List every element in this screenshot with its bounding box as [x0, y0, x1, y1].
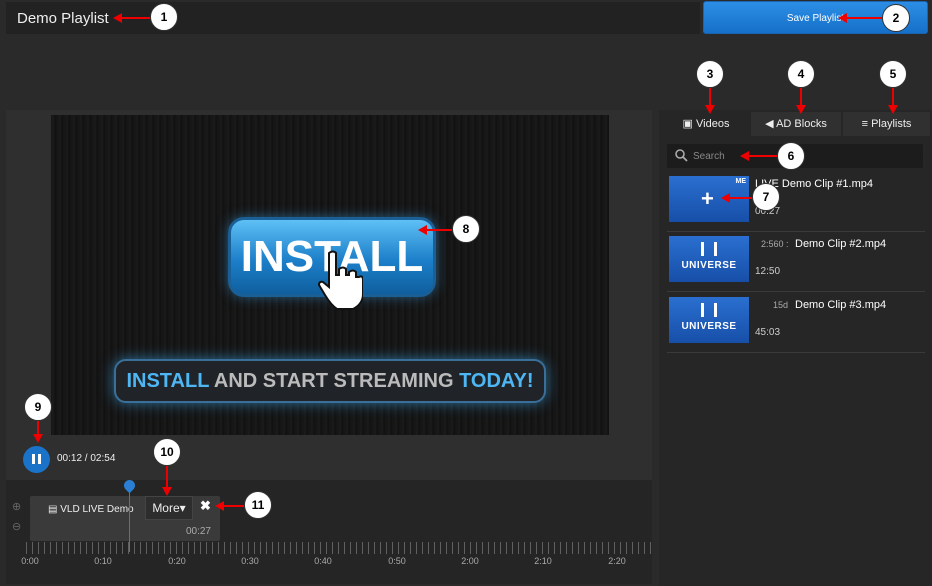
pause-icon-bar-right: [38, 454, 41, 464]
callout-6: 6: [777, 142, 805, 170]
video-resolution: 2:560 :: [761, 239, 789, 249]
thumb-text: UNIVERSE: [681, 260, 737, 271]
film-icon: ▣: [682, 118, 693, 130]
player-controls: 00:12 / 02:54: [6, 440, 652, 480]
callout-arrow: [892, 88, 894, 106]
callout-arrow: [166, 466, 168, 488]
more-label: More: [152, 501, 180, 515]
callout-4: 4: [787, 60, 815, 88]
callout-arrow: [222, 505, 244, 507]
arrowhead: [33, 434, 43, 443]
player-panel: INSTALL INSTALL AND START STREAMING TODA…: [6, 110, 652, 584]
callout-7: 7: [752, 183, 780, 211]
tab-videos[interactable]: ▣ Videos: [663, 112, 749, 136]
caret-down-icon: ▾: [179, 501, 186, 515]
tab-label: Videos: [696, 118, 730, 130]
banner-word-today: TODAY!: [459, 370, 534, 392]
tick-label: 0:40: [314, 556, 332, 566]
banner-middle: AND START STREAMING: [209, 370, 460, 392]
banner-word-install: INSTALL: [126, 370, 210, 392]
tab-playlists[interactable]: ≡ Playlists: [843, 112, 930, 136]
tick-label: 0:20: [168, 556, 186, 566]
callout-9: 9: [24, 393, 52, 421]
arrowhead: [721, 193, 730, 203]
bullhorn-icon: ◀: [765, 118, 774, 130]
arrowhead: [740, 151, 749, 161]
hand-cursor-icon: [317, 250, 363, 310]
playlist-editor: Demo Playlist Save Playlist INSTALL INST…: [0, 0, 932, 586]
callout-arrow: [845, 17, 882, 19]
video-duration: 45:03: [755, 327, 781, 338]
video-thumbnail: + ME: [669, 176, 749, 222]
tick-label: 2:10: [534, 556, 552, 566]
film-icon: ▤: [48, 504, 58, 515]
tick-label: 2:00: [461, 556, 479, 566]
more-dropdown[interactable]: More▾: [145, 496, 193, 520]
universe-logo-icon: [701, 303, 717, 317]
callout-1: 1: [150, 3, 178, 31]
video-list-item[interactable]: + ME LIVE Demo Clip #1.mp4 00:27: [667, 174, 925, 232]
clip-prefix: VLD: [60, 504, 80, 515]
zoom-out-icon[interactable]: ⊖: [12, 520, 24, 533]
callout-arrow: [728, 197, 753, 199]
arrowhead: [215, 501, 224, 511]
playback-time: 00:12 / 02:54: [57, 453, 116, 464]
streaming-banner: INSTALL AND START STREAMING TODAY!: [114, 359, 546, 403]
arrowhead: [705, 105, 715, 114]
clip-label: ▤ VLD LIVE Demo: [48, 504, 134, 515]
tick-label: 0:10: [94, 556, 112, 566]
remove-clip-icon[interactable]: ✖: [200, 498, 211, 514]
video-resolution: 15d: [773, 300, 789, 310]
callout-3: 3: [696, 60, 724, 88]
list-icon: ≡: [861, 118, 868, 130]
callout-11: 11: [244, 491, 272, 519]
page-title: Demo Playlist: [17, 10, 109, 27]
thumb-text: UNIVERSE: [681, 321, 737, 332]
pause-button[interactable]: [23, 446, 50, 473]
callout-10: 10: [153, 438, 181, 466]
callout-arrow: [709, 88, 711, 106]
video-thumbnail: UNIVERSE: [669, 236, 749, 282]
timeline: ⊕ ⊖ ▤ VLD LIVE Demo 00:27 More▾ ✖ 0:00 0…: [6, 477, 652, 584]
callout-arrow: [37, 421, 39, 435]
tick-label: 0:30: [241, 556, 259, 566]
arrowhead: [162, 487, 172, 496]
callout-arrow: [120, 17, 150, 19]
callout-2: 2: [882, 4, 910, 32]
pause-icon-bar-left: [32, 454, 35, 464]
callout-8: 8: [452, 215, 480, 243]
tab-ad-blocks[interactable]: ◀ AD Blocks: [751, 112, 841, 136]
tab-label: Playlists: [871, 118, 912, 130]
callout-5: 5: [879, 60, 907, 88]
video-duration: 12:50: [755, 266, 781, 277]
title-bar: Demo Playlist: [6, 2, 700, 34]
video-list-item[interactable]: UNIVERSE 15d Demo Clip #3.mp4 45:03: [667, 295, 925, 353]
arrowhead: [113, 13, 122, 23]
video-thumbnail: UNIVERSE: [669, 297, 749, 343]
zoom-in-icon[interactable]: ⊕: [12, 500, 24, 513]
universe-logo-icon: [701, 242, 717, 256]
callout-arrow: [747, 155, 777, 157]
callout-arrow: [425, 229, 452, 231]
video-name: Demo Clip #2.mp4: [795, 238, 887, 250]
arrowhead: [796, 105, 806, 114]
video-name: Demo Clip #3.mp4: [795, 299, 887, 311]
timeline-ruler[interactable]: [26, 542, 652, 554]
video-list-item[interactable]: UNIVERSE 2:560 : Demo Clip #2.mp4 12:50: [667, 234, 925, 292]
arrowhead: [838, 13, 847, 23]
arrowhead: [888, 105, 898, 114]
clip-name: LIVE Demo: [82, 504, 134, 515]
clip-duration: 00:27: [185, 526, 211, 537]
arrowhead: [418, 225, 427, 235]
tick-label: 2:20: [608, 556, 626, 566]
tick-label: 0:00: [21, 556, 39, 566]
add-plus-icon[interactable]: +: [701, 186, 714, 212]
media-library: ▣ Videos ◀ AD Blocks ≡ Playlists + ME LI…: [659, 110, 932, 586]
search-icon: [675, 149, 688, 162]
thumb-badge: ME: [735, 178, 747, 185]
tab-label: AD Blocks: [776, 118, 827, 130]
tick-label: 0:50: [388, 556, 406, 566]
callout-arrow: [800, 88, 802, 106]
video-preview[interactable]: INSTALL INSTALL AND START STREAMING TODA…: [51, 115, 609, 435]
